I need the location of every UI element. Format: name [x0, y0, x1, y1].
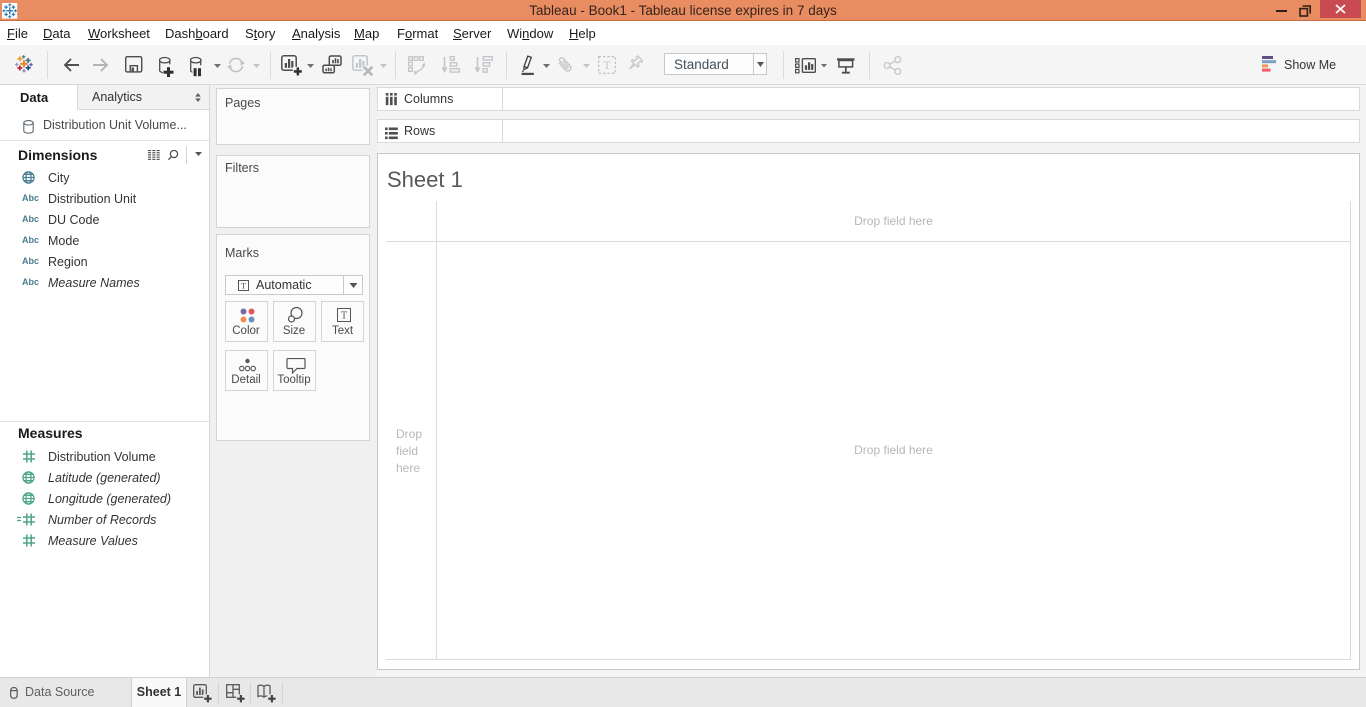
svg-text:T: T [241, 280, 247, 290]
svg-text:T: T [603, 60, 610, 72]
svg-text:T: T [341, 311, 347, 322]
